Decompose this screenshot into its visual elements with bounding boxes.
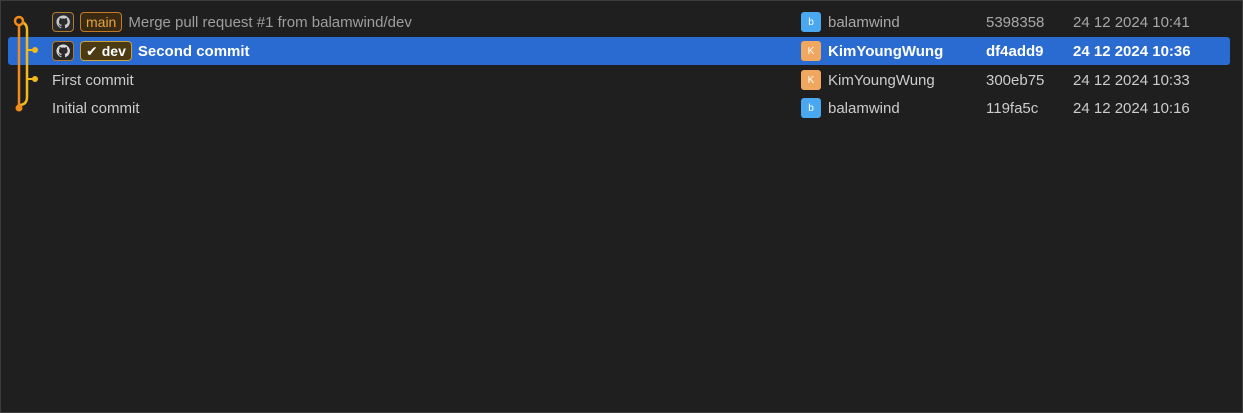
graph-node-dev	[32, 47, 38, 53]
avatar: b	[801, 98, 821, 118]
commit-row[interactable]: First commit K KimYoungWung 300eb75 24 1…	[8, 66, 1230, 94]
commit-hash: 119fa5c	[986, 99, 1039, 117]
commit-date: 24 12 2024 10:36	[1073, 42, 1191, 60]
commit-message: Initial commit	[52, 99, 140, 117]
author-cell: K KimYoungWung	[801, 66, 935, 94]
commit-message: Second commit	[137, 42, 250, 60]
author-name: balamwind	[828, 13, 900, 31]
graph-node-merge	[13, 15, 25, 27]
commit-row-selected[interactable]: ✔ dev Second commit K KimYoungWung df4ad…	[8, 37, 1230, 65]
author-cell: K KimYoungWung	[801, 37, 943, 65]
commit-message-cell: Initial commit	[52, 94, 140, 122]
commit-date: 24 12 2024 10:33	[1073, 71, 1190, 89]
commit-message-cell: ✔ dev Second commit	[52, 37, 250, 65]
commit-message: Merge pull request #1 from balamwind/dev	[128, 13, 412, 31]
check-icon: ✔	[86, 42, 98, 59]
avatar: b	[801, 12, 821, 32]
commit-graph	[13, 15, 38, 112]
commit-hash: 5398358	[986, 13, 1045, 31]
avatar: K	[801, 41, 821, 61]
commit-date: 24 12 2024 10:16	[1073, 99, 1190, 117]
branch-badge-dev[interactable]: ✔ dev	[80, 41, 132, 61]
commit-message-cell: First commit	[52, 66, 134, 94]
avatar: K	[801, 70, 821, 90]
commit-message: First commit	[52, 71, 134, 89]
commit-hash: 300eb75	[986, 71, 1045, 89]
author-cell: b balamwind	[801, 8, 900, 36]
commit-date: 24 12 2024 10:41	[1073, 13, 1190, 31]
commit-message-cell: main Merge pull request #1 from balamwin…	[52, 8, 412, 36]
graph-node-initial	[15, 104, 23, 112]
commit-row[interactable]: Initial commit b balamwind 119fa5c 24 12…	[8, 94, 1230, 122]
git-graph-panel: main Merge pull request #1 from balamwin…	[0, 0, 1243, 413]
author-name: KimYoungWung	[828, 71, 935, 89]
commit-row[interactable]: main Merge pull request #1 from balamwin…	[8, 8, 1230, 36]
author-name: KimYoungWung	[828, 42, 944, 60]
commit-hash: df4add9	[986, 42, 1044, 60]
graph-node-first	[32, 76, 38, 82]
author-name: balamwind	[828, 99, 900, 117]
author-cell: b balamwind	[801, 94, 900, 122]
branch-label: dev	[101, 43, 126, 59]
branch-badge-main[interactable]: main	[80, 12, 123, 32]
